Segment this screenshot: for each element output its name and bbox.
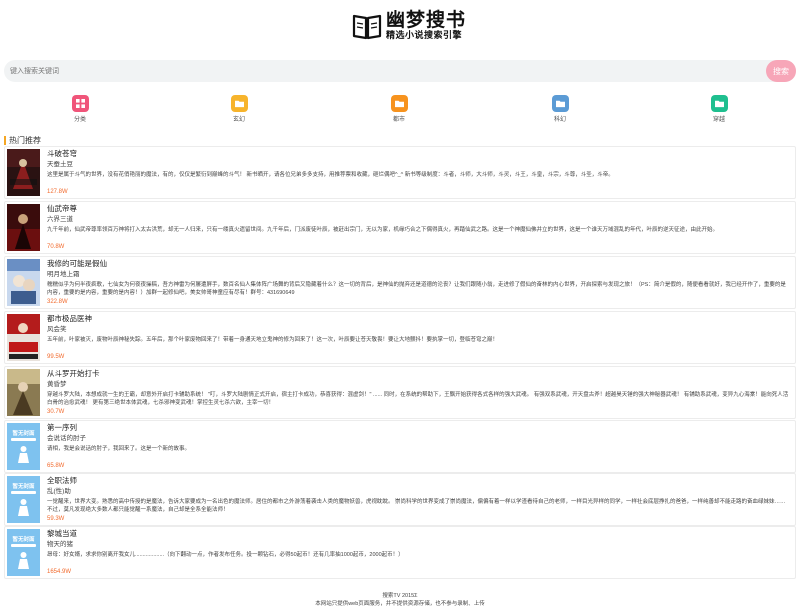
folder-icon [551,95,569,112]
book-description: 一觉醒来，世界大变。熟悉的高中传授的是魔法，告诉大家要成为一名出色的魔法师。居住… [47,499,786,513]
book-cover[interactable]: 暂无封面 [7,476,40,523]
footer-copyright: 搜索TV 2015Σ [382,593,418,599]
book-title[interactable]: 仙武帝尊 [47,204,789,214]
book-title[interactable]: 全职法师 [47,476,789,486]
book-read-count: 30.7W [47,409,65,415]
category-label: 玄幻 [232,117,245,123]
book-item[interactable]: 暂无封面 全职法师 乱(性)助 一觉醒来，世界大变。熟悉的高中传授的是魔法，告诉… [4,473,796,526]
book-read-count: 127.8W [47,189,68,195]
book-author: 黄昏梦 [47,381,67,388]
placeholder-cover-text: 暂无封面 [12,431,35,437]
book-description: 五年前，叶家被灭，废物叶辰神秘失踪。五年后，那个叶家废物回来了！带着一身通天地立… [47,337,499,343]
book-cover[interactable] [7,204,40,251]
book-author: 天蚕土豆 [47,161,73,168]
book-title[interactable]: 斗破苍穹 [47,149,789,159]
book-item[interactable]: 斗破苍穹 天蚕土豆 这里是属于斗气的世界，没有花俏艳丽的魔法，有的，仅仅是繁衍到… [4,146,796,199]
search-bar: 搜索 [4,60,796,82]
book-logo-icon [352,12,382,40]
site-logo[interactable]: 幽梦搜书 精选小说搜索引擎 [352,10,466,41]
book-description: 请相，我是会说话的肘子，我回来了。这是一个新的故事。 [47,446,191,452]
book-description: 糯糯似乎为何半夜疯歌，七仙女为何夜夜操稿，吾方神雷为何屡遭屏手，数百名仙人集体阵… [47,282,786,296]
category-item-chuanyue[interactable]: 穿越 [699,95,739,124]
search-button[interactable]: 搜索 [766,60,796,82]
book-title[interactable]: 都市极品医神 [47,314,789,324]
book-author: 六界三道 [47,216,73,223]
placeholder-cover-text: 暂无封面 [12,484,35,490]
category-label: 穿越 [712,117,725,123]
book-item[interactable]: 我修的可能是假仙 明月地上霜 糯糯似乎为何半夜疯歌，七仙女为何夜夜操稿，吾方神雷… [4,256,796,309]
section-title: 热门推荐 [4,136,41,145]
category-item-xuanhuan[interactable]: 玄幻 [219,95,259,124]
placeholder-cover: 暂无封面 [7,529,40,576]
search-input[interactable] [10,60,750,82]
category-label: 都市 [392,117,405,123]
book-read-count: 70.8W [47,244,65,250]
grid-icon [71,95,89,112]
placeholder-cover: 暂无封面 [7,423,40,470]
person-icon [18,552,29,569]
book-description: 穿越斗罗大陆，本想成就一生的王霸，却意外开启打卡辅助系统！ "叮，斗罗大陆剧情正… [47,392,789,406]
book-title[interactable]: 黎城当道 [47,529,789,539]
book-read-count: 99.5W [47,354,65,360]
book-title[interactable]: 我修的可能是假仙 [47,259,789,269]
footer-disclaimer: 本网站只提供web页面服务，并不提供资源存储，也不参与录制、上传 [315,601,485,607]
book-description: 昂母：好女婿，求求你别离开我女儿...................（向下翻动… [47,552,404,558]
person-icon [18,499,29,516]
book-author: 乱(性)助 [47,488,71,495]
book-read-count: 1654.9W [47,569,72,575]
category-label: 科幻 [553,117,566,123]
placeholder-cover: 暂无封面 [7,476,40,523]
logo-title: 幽梦搜书 [386,9,467,31]
person-icon [18,446,29,463]
book-author: 明月地上霜 [47,271,80,278]
book-cover[interactable] [7,149,40,196]
book-title[interactable]: 第一序列 [47,423,789,433]
footer: 搜索TV 2015Σ 本网站只提供web页面服务，并不提供资源存储，也不参与录制… [0,592,800,608]
logo-subtitle: 精选小说搜索引擎 [386,30,463,40]
book-author: 会说话的肘子 [47,435,86,442]
book-cover[interactable]: 暂无封面 [7,529,40,576]
category-item-dushi[interactable]: 都市 [379,95,419,124]
book-cover[interactable]: 暂无封面 [7,423,40,470]
book-author: 风会笑 [47,326,67,333]
book-title[interactable]: 从斗罗开始打卡 [47,369,789,379]
book-item[interactable]: 仙武帝尊 六界三道 九千年前，仙武帝尊率领百万神将打入太古洪荒，却无一人归来，只… [4,201,796,254]
category-item-kehuan[interactable]: 科幻 [540,95,580,124]
folder-icon [710,95,728,112]
book-item[interactable]: 从斗罗开始打卡 黄昏梦 穿越斗罗大陆，本想成就一生的王霸，却意外开启打卡辅助系统… [4,366,796,419]
category-item-fenlei[interactable]: 分类 [60,95,100,124]
book-description: 这里是属于斗气的世界，没有花俏艳丽的魔法，有的，仅仅是繁衍到巅峰的斗气！ 新书晒… [47,172,614,178]
category-nav: 分类 玄幻 都市 科幻 穿越 [0,95,800,125]
book-item[interactable]: 暂无封面 黎城当道 物天的猪 昂母：好女婿，求求你别离开我女儿.........… [4,526,796,579]
book-author: 物天的猪 [47,541,73,548]
book-item[interactable]: 暂无封面 第一序列 会说话的肘子 请相，我是会说话的肘子，我回来了。这是一个新的… [4,420,796,473]
book-read-count: 322.8W [47,299,68,305]
placeholder-cover-text: 暂无封面 [12,537,35,543]
book-description: 九千年前，仙武帝尊率领百万神将打入太古洪荒，却无一人归来，只有一缕真火遗留世间。… [47,227,719,233]
book-item[interactable]: 都市极品医神 风会笑 五年前，叶家被灭，废物叶辰神秘失踪。五年后，那个叶家废物回… [4,311,796,364]
book-read-count: 65.8W [47,463,65,469]
book-cover[interactable] [7,369,40,416]
book-cover[interactable] [7,314,40,361]
folder-icon [390,95,408,112]
category-label: 分类 [73,117,86,123]
folder-icon [230,95,248,112]
book-read-count: 59.3W [47,516,65,522]
book-cover[interactable] [7,259,40,306]
header: 幽梦搜书 精选小说搜索引擎 [0,0,800,52]
